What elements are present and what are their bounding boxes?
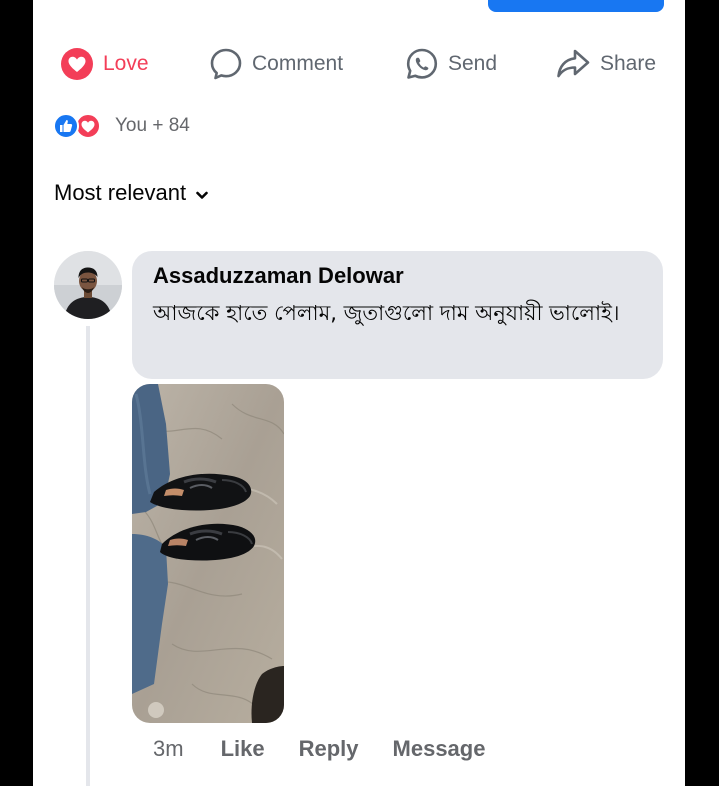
comment-author[interactable]: Assaduzzaman Delowar — [153, 262, 643, 290]
comment-sort-dropdown[interactable]: Most relevant — [54, 180, 208, 206]
comment-label: Comment — [252, 52, 344, 75]
message-link[interactable]: Message — [393, 736, 486, 762]
post-action-bar: Love Comment Send Share — [33, 44, 685, 84]
top-primary-button[interactable] — [488, 0, 664, 12]
comment-thread-line — [86, 326, 90, 786]
comment-actions: 3m Like Reply Message — [153, 734, 519, 764]
comment-photo[interactable] — [132, 384, 284, 723]
comment-bubble[interactable]: Assaduzzaman Delowar আজকে হাতে পেলাম, জু… — [132, 251, 663, 379]
love-icon — [60, 47, 94, 81]
like-link[interactable]: Like — [221, 736, 265, 762]
love-label: Love — [103, 52, 149, 75]
chevron-down-icon — [196, 180, 208, 206]
reaction-icons — [53, 113, 109, 139]
sort-label: Most relevant — [54, 180, 187, 205]
love-button[interactable]: Love — [60, 44, 149, 84]
whatsapp-icon — [405, 47, 439, 81]
share-button[interactable]: Share — [555, 44, 656, 84]
reaction-summary[interactable]: You + 84 — [53, 112, 190, 140]
reaction-count: You + 84 — [115, 115, 190, 136]
share-icon — [555, 47, 591, 81]
comment-button[interactable]: Comment — [209, 44, 343, 84]
reply-link[interactable]: Reply — [299, 736, 359, 762]
post-panel: Love Comment Send Share You + 84 Most re… — [33, 0, 685, 786]
comment-icon — [209, 47, 243, 81]
like-reaction-icon — [53, 113, 79, 139]
comment-text: আজকে হাতে পেলাম, জুতাগুলো দাম অনুযায়ী ভ… — [153, 301, 620, 325]
avatar[interactable] — [54, 251, 122, 319]
share-label: Share — [600, 52, 657, 75]
send-label: Send — [448, 52, 498, 75]
send-button[interactable]: Send — [405, 44, 497, 84]
comment-timestamp: 3m — [153, 736, 184, 761]
